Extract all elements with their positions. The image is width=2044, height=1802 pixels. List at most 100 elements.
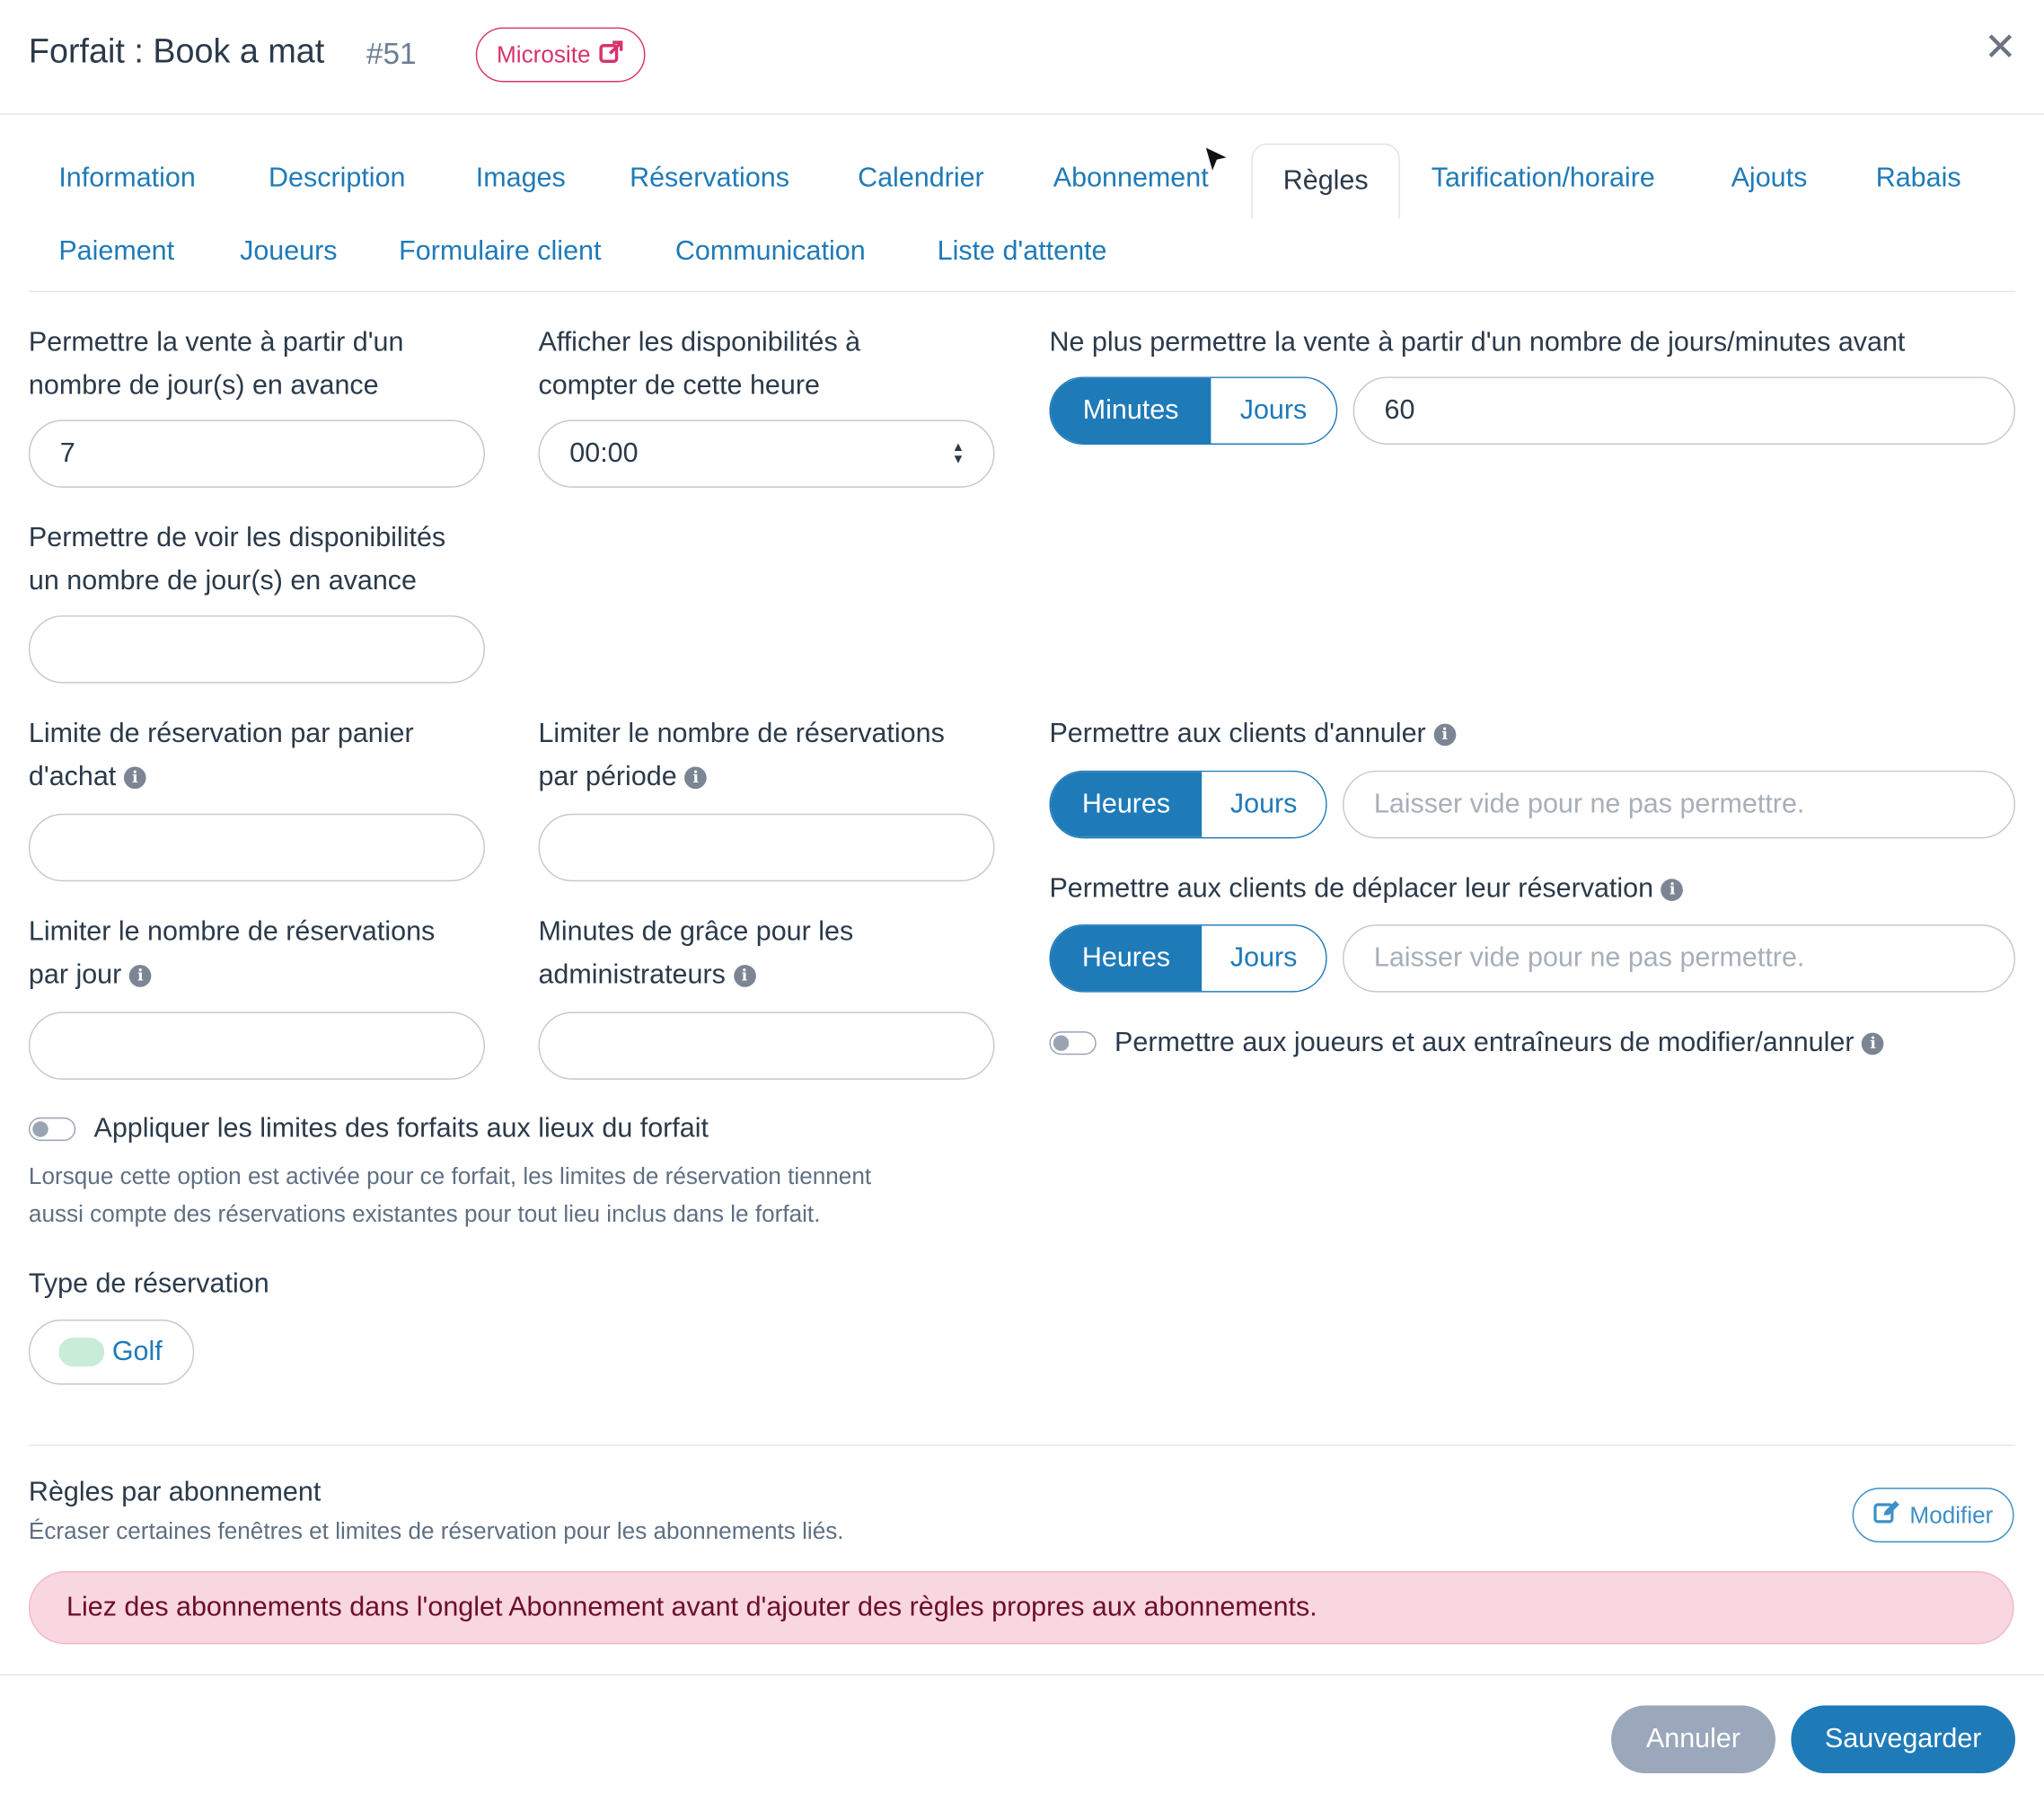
label-line: Permettre de voir les disponibilités: [28, 523, 446, 553]
sale-days-ahead-input[interactable]: 7: [28, 420, 485, 488]
tab-reservations[interactable]: Réservations: [630, 163, 789, 194]
label-text: Permettre aux clients de déplacer leur r…: [1049, 873, 1654, 904]
label-line: Afficher les disponibilités à: [538, 327, 861, 358]
select-arrows-icon: ▲ ▼: [951, 440, 965, 467]
microsite-button[interactable]: Microsite: [475, 27, 646, 83]
modify-button[interactable]: Modifier: [1852, 1488, 2014, 1543]
players-modify-label: Permettre aux joueurs et aux entraîneurs…: [1115, 1021, 1884, 1064]
apply-limits-help: Lorsque cette option est activée pour ce…: [29, 1158, 1019, 1233]
info-icon[interactable]: i: [1862, 1032, 1884, 1056]
subscription-alert: Liez des abonnements dans l'onglet Abonn…: [28, 1571, 2014, 1645]
input-value: 60: [1384, 394, 1415, 426]
players-modify-toggle[interactable]: [1049, 1031, 1097, 1056]
admin-grace-label: Minutes de grâce pour les administrateur…: [538, 910, 1020, 996]
cancel-delay-input[interactable]: Laisser vide pour ne pas permettre.: [1343, 770, 2016, 839]
label-text: Permettre aux clients d'annuler: [1049, 718, 1426, 749]
stop-sale-unit-toggle: Minutes Jours: [1049, 376, 1338, 445]
close-icon[interactable]: ✕: [1984, 28, 2016, 68]
show-availability-time-select[interactable]: 00:00 ▲ ▼: [538, 420, 995, 488]
reservation-type-label: Type de réservation: [28, 1268, 269, 1299]
mouse-pointer-icon: [1201, 144, 1235, 187]
modal-title: Forfait : Book a mat: [28, 31, 325, 71]
info-icon[interactable]: i: [123, 766, 146, 790]
cart-limit-input[interactable]: [28, 813, 485, 882]
tab-communication[interactable]: Communication: [675, 236, 866, 268]
section-divider: [28, 1444, 2016, 1446]
day-limit-input[interactable]: [28, 1011, 485, 1080]
edit-icon: [1873, 1498, 1902, 1531]
label-line: Limiter le nombre de réservations: [538, 718, 945, 749]
label-line: Limiter le nombre de réservations: [28, 916, 436, 947]
info-icon[interactable]: i: [733, 965, 756, 987]
view-availability-label: Permettre de voir les disponibilités un …: [29, 517, 511, 603]
tab-players[interactable]: Joueurs: [240, 236, 337, 268]
move-unit-toggle: Heures Jours: [1049, 924, 1327, 993]
stop-sale-label: Ne plus permettre la vente à partir d'un…: [1049, 327, 1906, 358]
tabs-divider: [28, 290, 2016, 293]
tab-description[interactable]: Description: [269, 163, 405, 194]
tab-pricing-schedule[interactable]: Tarification/horaire: [1432, 163, 1655, 194]
label-line: Minutes de grâce pour les: [538, 916, 854, 947]
apply-limits-toggle[interactable]: [28, 1117, 76, 1142]
subscription-rules-subtitle: Écraser certaines fenêtres et limites de…: [28, 1517, 844, 1544]
label-line: Permettre la vente à partir d'un: [28, 327, 404, 358]
select-value: 00:00: [569, 437, 639, 469]
external-link-icon: [598, 39, 624, 71]
tab-addons[interactable]: Ajouts: [1731, 163, 1808, 194]
label-line: par période: [538, 761, 677, 792]
move-delay-input[interactable]: Laisser vide pour ne pas permettre.: [1343, 924, 2016, 993]
label-line: d'achat: [28, 761, 117, 792]
unit-days-button[interactable]: Jours: [1211, 377, 1336, 444]
chip-label: Golf: [111, 1336, 163, 1367]
header-divider: [0, 113, 2044, 115]
toggle-knob: [32, 1121, 48, 1137]
help-line: aussi compte des réservations existantes…: [28, 1200, 821, 1227]
cancel-button[interactable]: Annuler: [1611, 1705, 1775, 1774]
label-line: par jour: [28, 959, 122, 990]
label-text: Permettre aux joueurs et aux entraîneurs…: [1115, 1027, 1855, 1058]
label-line: nombre de jour(s) en avance: [28, 370, 379, 401]
period-limit-input[interactable]: [538, 813, 995, 882]
modify-label: Modifier: [1909, 1501, 1994, 1528]
tab-subscription[interactable]: Abonnement: [1053, 163, 1209, 194]
info-icon[interactable]: i: [128, 965, 152, 987]
tab-payment[interactable]: Paiement: [58, 236, 174, 268]
tab-images[interactable]: Images: [476, 163, 566, 194]
info-icon[interactable]: i: [1433, 723, 1457, 746]
save-button[interactable]: Sauvegarder: [1791, 1705, 2016, 1774]
label-line: Limite de réservation par panier: [28, 718, 414, 749]
unit-hours-button[interactable]: Heures: [1050, 772, 1203, 837]
admin-grace-input[interactable]: [538, 1011, 995, 1080]
unit-hours-button[interactable]: Heures: [1050, 925, 1203, 992]
stop-sale-input[interactable]: 60: [1352, 376, 2016, 445]
info-icon[interactable]: i: [1661, 879, 1684, 901]
tab-information[interactable]: Information: [58, 163, 195, 194]
package-modal: Forfait : Book a mat #51 Microsite ✕ Inf…: [0, 0, 2044, 1802]
tab-rules[interactable]: Règles: [1251, 143, 1400, 219]
label-line: compter de cette heure: [538, 370, 820, 401]
day-limit-label: Limiter le nombre de réservations par jo…: [29, 910, 511, 996]
tab-waitlist[interactable]: Liste d'attente: [938, 236, 1107, 268]
allow-cancel-label: Permettre aux clients d'annuler i: [1049, 712, 1457, 755]
input-placeholder: Laisser vide pour ne pas permettre.: [1373, 942, 1805, 973]
tab-calendar[interactable]: Calendrier: [858, 163, 984, 194]
cart-limit-label: Limite de réservation par panier d'achat…: [29, 712, 511, 799]
microsite-label: Microsite: [496, 40, 591, 67]
unit-minutes-button[interactable]: Minutes: [1050, 377, 1211, 444]
subscription-rules-title: Règles par abonnement: [28, 1477, 322, 1507]
unit-days-button[interactable]: Jours: [1202, 925, 1326, 992]
toggle-knob: [1053, 1035, 1070, 1051]
period-limit-label: Limiter le nombre de réservations par pé…: [538, 712, 1020, 799]
label-line: un nombre de jour(s) en avance: [28, 565, 418, 596]
info-icon[interactable]: i: [684, 766, 708, 790]
reservation-type-chip-golf[interactable]: Golf: [28, 1319, 195, 1385]
view-availability-input[interactable]: [28, 615, 485, 684]
chip-toggle-indicator: [58, 1338, 105, 1367]
tab-discounts[interactable]: Rabais: [1876, 163, 1961, 194]
input-value: 7: [59, 437, 75, 469]
footer-divider: [0, 1674, 2044, 1676]
help-line: Lorsque cette option est activée pour ce…: [28, 1162, 872, 1189]
tab-client-form[interactable]: Formulaire client: [399, 236, 601, 268]
input-placeholder: Laisser vide pour ne pas permettre.: [1373, 789, 1805, 819]
unit-days-button[interactable]: Jours: [1202, 772, 1326, 837]
